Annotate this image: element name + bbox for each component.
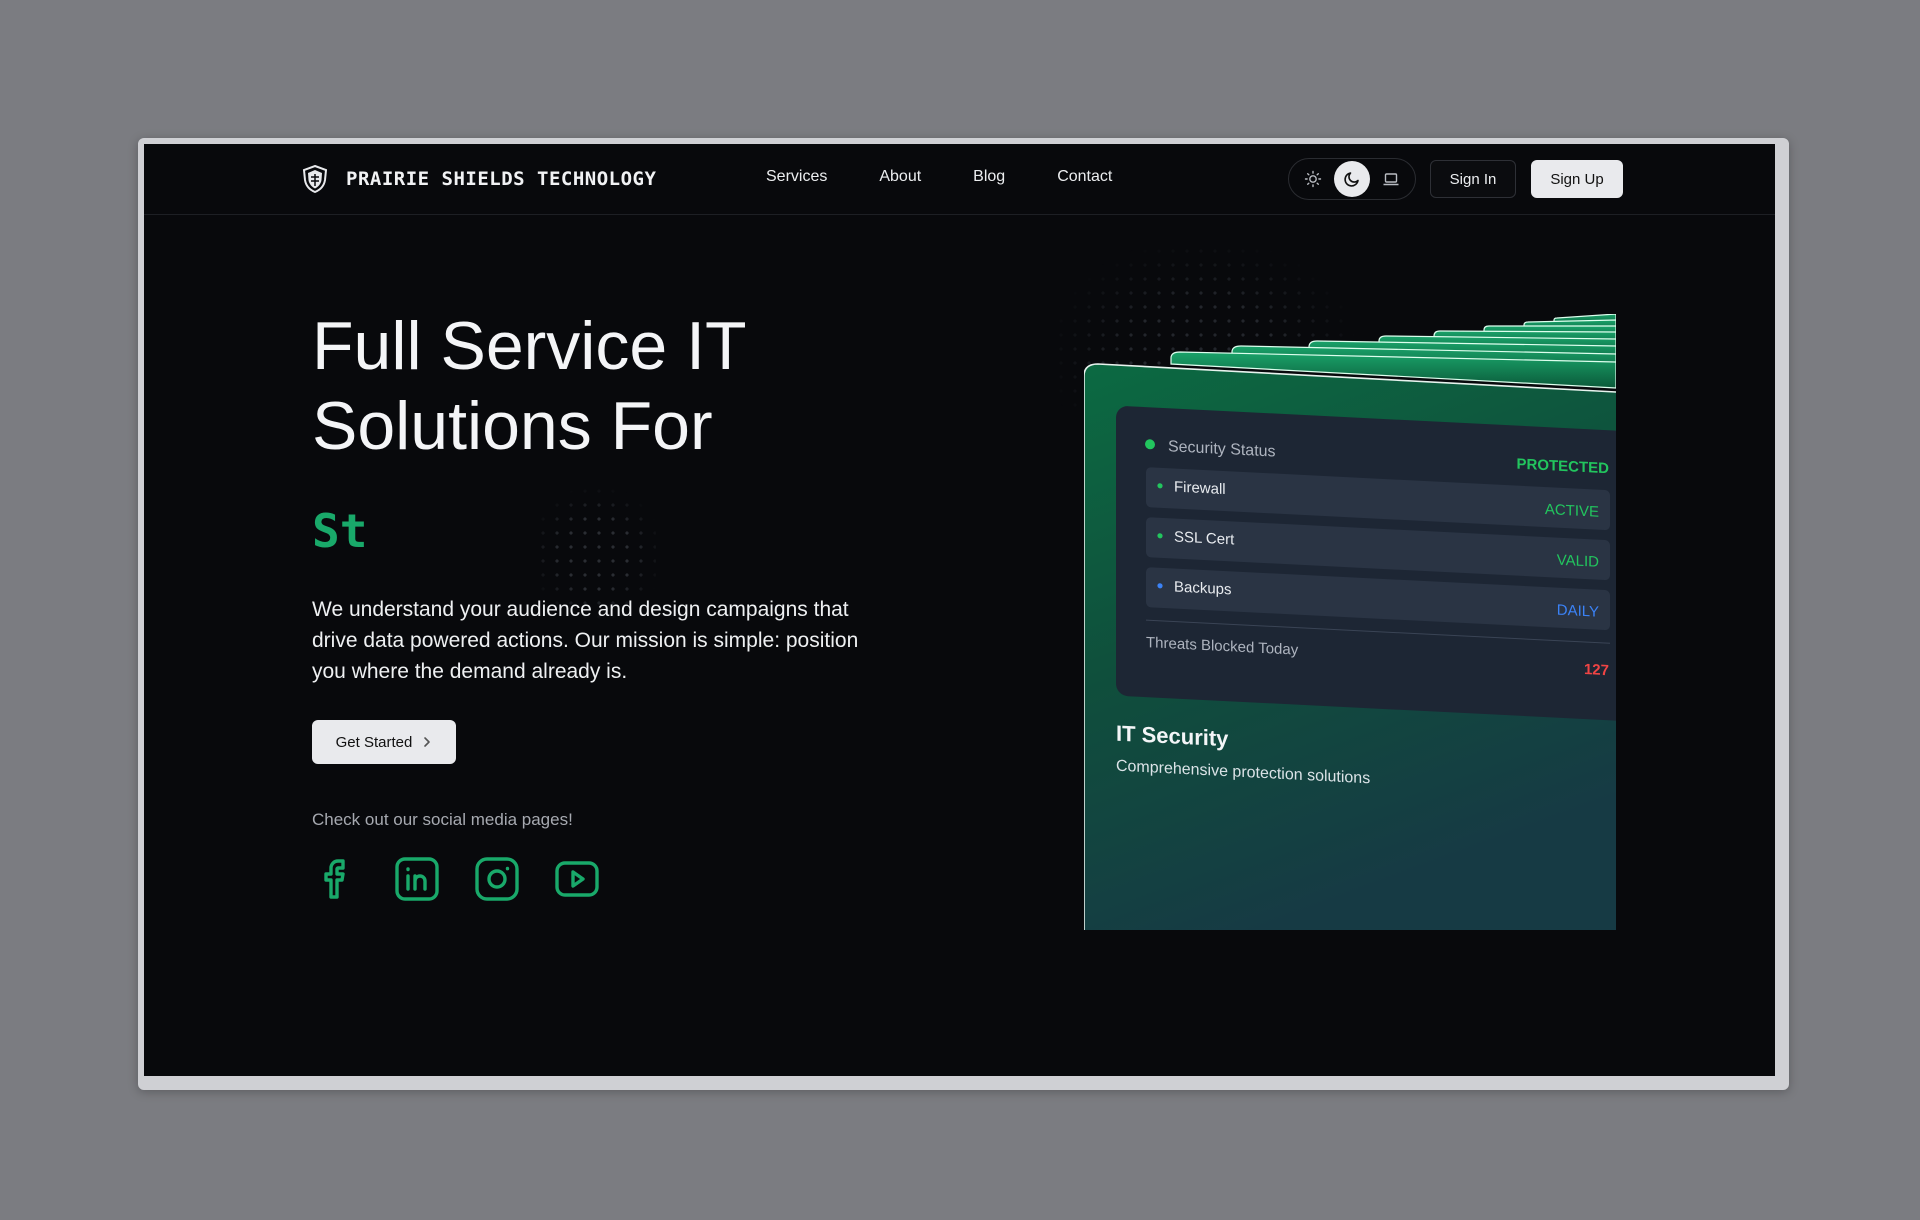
youtube-icon[interactable] (554, 856, 600, 902)
nav-link-blog[interactable]: Blog (973, 168, 1005, 186)
sun-icon (1304, 170, 1321, 188)
get-started-button[interactable]: Get Started (312, 720, 456, 764)
theme-light-button[interactable] (1295, 161, 1331, 197)
nav-link-services[interactable]: Services (766, 168, 827, 186)
social-label: Check out our social media pages! (312, 810, 573, 829)
headline-line-1: Full Service IT (312, 308, 747, 384)
headline-line-2: Solutions For (312, 388, 713, 464)
get-started-label: Get Started (335, 733, 413, 751)
security-card-illustration: Security Status PROTECTED Firewall ACTIV… (1084, 314, 1616, 930)
typed-text: St (312, 504, 368, 558)
row-value: VALID (1557, 552, 1599, 571)
theme-toggle (1288, 158, 1416, 200)
moon-icon (1344, 172, 1359, 187)
row-label: Backups (1174, 579, 1232, 599)
shield-logo-icon (302, 165, 328, 193)
laptop-icon (1383, 173, 1399, 186)
browser-frame: PRAIRIE SHIELDS TECHNOLOGY Services Abou… (138, 138, 1789, 1090)
facebook-icon[interactable] (314, 856, 360, 902)
instagram-icon[interactable] (474, 856, 520, 902)
brand-name: PRAIRIE SHIELDS TECHNOLOGY (346, 168, 657, 190)
chevron-right-icon (424, 737, 431, 747)
page-window: PRAIRIE SHIELDS TECHNOLOGY Services Abou… (144, 144, 1775, 1076)
nav-link-about[interactable]: About (879, 168, 921, 186)
nav-links: Services About Blog Contact (766, 168, 1164, 186)
row-label: SSL Cert (1174, 529, 1235, 549)
theme-system-button[interactable] (1373, 161, 1409, 197)
row-value: DAILY (1557, 602, 1599, 621)
sign-up-button[interactable]: Sign Up (1531, 160, 1623, 198)
row-label: Firewall (1174, 479, 1226, 499)
brand[interactable]: PRAIRIE SHIELDS TECHNOLOGY (302, 164, 656, 194)
nav-link-contact[interactable]: Contact (1057, 168, 1112, 186)
card-stack-graphic: Security Status PROTECTED Firewall ACTIV… (1084, 314, 1616, 930)
sign-in-button[interactable]: Sign In (1430, 160, 1516, 198)
social-links (314, 856, 600, 902)
linkedin-icon[interactable] (394, 856, 440, 902)
hero-headline: Full Service IT Solutions For (312, 306, 912, 466)
hero-description: We understand your audience and design c… (312, 598, 859, 683)
theme-dark-button[interactable] (1333, 161, 1370, 197)
row-value: ACTIVE (1545, 501, 1599, 521)
threats-value: 127 (1584, 661, 1609, 679)
top-navbar: PRAIRIE SHIELDS TECHNOLOGY Services Abou… (144, 144, 1775, 215)
